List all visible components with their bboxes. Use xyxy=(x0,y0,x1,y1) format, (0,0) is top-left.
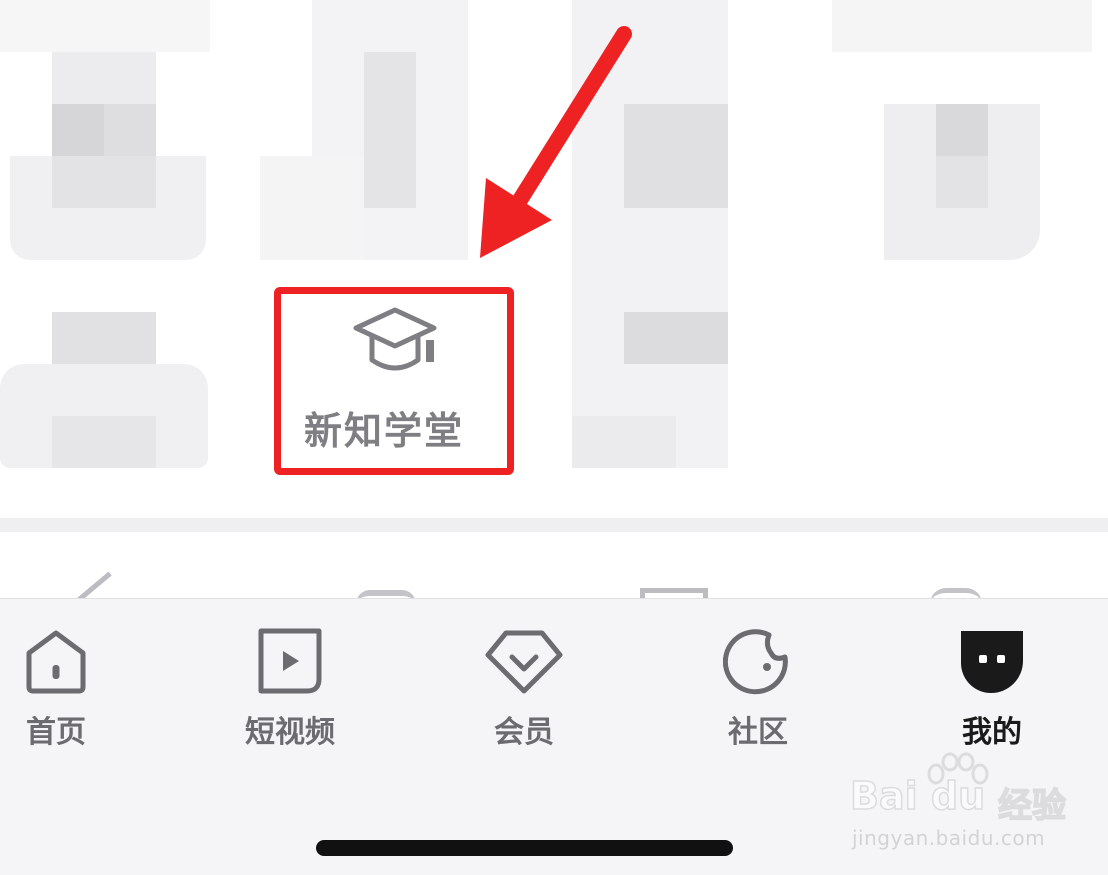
watermark-product: 经验 xyxy=(997,785,1067,827)
tab-profile-label: 我的 xyxy=(962,715,1022,750)
tab-membership-label: 会员 xyxy=(494,715,554,750)
highlight-box xyxy=(274,287,514,475)
tab-short-video-label: 短视频 xyxy=(245,715,335,750)
home-icon xyxy=(26,630,86,694)
watermark-url: jingyan.baidu.com xyxy=(852,826,1046,850)
watermark-brand: Bai du xyxy=(849,773,986,819)
tab-membership[interactable]: 会员 xyxy=(424,599,624,769)
diamond-icon xyxy=(485,630,563,694)
tab-profile[interactable]: 我的 xyxy=(892,599,1092,769)
baidu-jingyan-watermark: Bai du 经验 jingyan.baidu.com xyxy=(848,752,1108,862)
home-indicator[interactable] xyxy=(316,840,733,856)
section-divider xyxy=(0,518,1108,532)
tab-home-label: 首页 xyxy=(26,715,86,750)
blurred-feature-grid xyxy=(0,0,1108,520)
tab-community-label: 社区 xyxy=(728,715,788,750)
community-icon xyxy=(723,629,788,695)
tab-community[interactable]: 社区 xyxy=(658,599,858,769)
tab-short-video[interactable]: 短视频 xyxy=(190,599,390,769)
profile-icon xyxy=(961,631,1023,693)
play-icon xyxy=(258,628,322,694)
tab-home[interactable]: 首页 xyxy=(0,599,156,769)
secondary-feature-row xyxy=(0,532,1108,628)
